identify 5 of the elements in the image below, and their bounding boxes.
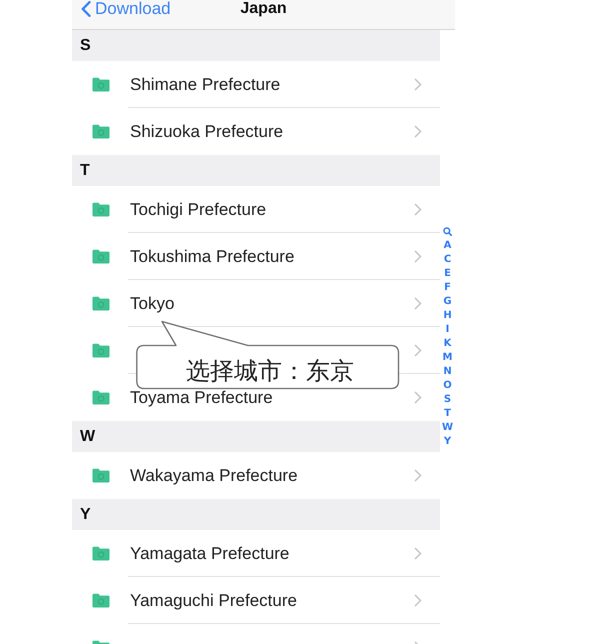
nav-title: Japan bbox=[240, 0, 287, 17]
section-header: W bbox=[72, 421, 440, 452]
section-header: T bbox=[72, 155, 440, 186]
section-header: Y bbox=[72, 499, 440, 530]
section-header: S bbox=[72, 30, 440, 61]
